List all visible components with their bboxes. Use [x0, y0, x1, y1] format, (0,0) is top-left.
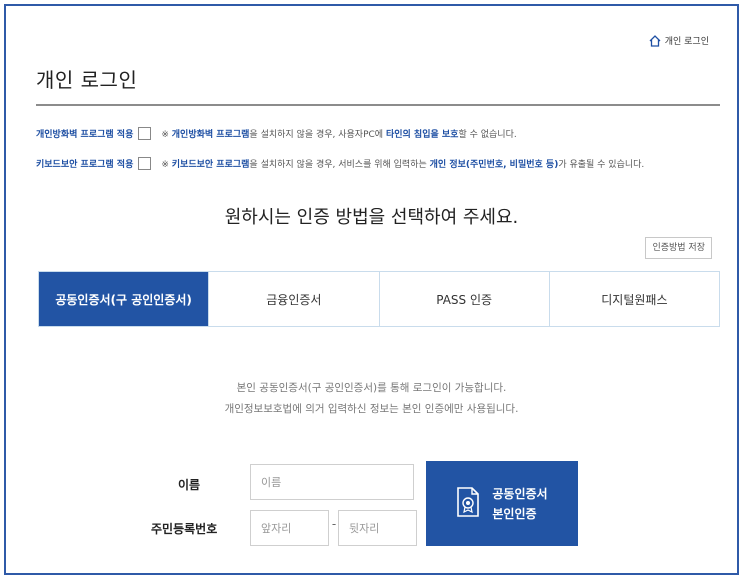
keyboard-option-label: 키보드보안 프로그램 적용	[36, 160, 134, 170]
home-breadcrumb[interactable]: 개인 로그인	[649, 34, 709, 47]
info-line-1: 본인 공동인증서(구 공인인증서)를 통해 로그인이 가능합니다.	[236, 382, 507, 394]
keyboard-note: ※ 키보드보안 프로그램을 설치하지 않을 경우, 서비스를 위해 입력하는 개…	[161, 160, 645, 170]
info-line-2: 개인정보보호법에 의거 입력하신 정보는 본인 인증에만 사용됩니다.	[224, 403, 519, 415]
page-title: 개인 로그인	[36, 68, 138, 92]
name-label: 이름	[178, 478, 201, 492]
login-panel: 개인 로그인 개인 로그인 개인방화벽 프로그램 적용 ※ 개인방화벽 프로그램…	[4, 4, 739, 575]
save-method-button[interactable]: 인증방법 저장	[645, 237, 712, 259]
method-headline: 원하시는 인증 방법을 선택하여 주세요.	[224, 207, 519, 228]
breadcrumb-label: 개인 로그인	[664, 37, 709, 47]
certificate-auth-button[interactable]: 공동인증서 본인인증	[426, 461, 578, 546]
rrn-separator: -	[331, 517, 337, 531]
cert-button-line-1: 공동인증서	[492, 486, 548, 501]
tab-pass[interactable]: PASS 인증	[378, 272, 549, 326]
cert-button-line-2: 본인인증	[492, 506, 537, 521]
name-input[interactable]	[250, 464, 414, 500]
tab-joint-certificate[interactable]: 공동인증서(구 공인인증서)	[39, 272, 209, 326]
rrn-front-input[interactable]	[250, 510, 329, 546]
rrn-back-input[interactable]	[338, 510, 417, 546]
auth-method-tabs: 공동인증서(구 공인인증서) 금융인증서 PASS 인증 디지털원패스	[38, 271, 720, 327]
home-icon	[649, 34, 661, 47]
firewall-option-label: 개인방화벽 프로그램 적용	[36, 130, 134, 140]
certificate-document-icon	[456, 486, 480, 521]
firewall-note: ※ 개인방화벽 프로그램을 설치하지 않을 경우, 사용자PC에 타인의 침입을…	[161, 130, 517, 140]
rrn-label: 주민등록번호	[151, 522, 218, 536]
firewall-option-row: 개인방화벽 프로그램 적용 ※ 개인방화벽 프로그램을 설치하지 않을 경우, …	[36, 127, 517, 140]
info-text: 본인 공동인증서(구 공인인증서)를 통해 로그인이 가능합니다. 개인정보보호…	[6, 378, 737, 420]
firewall-checkbox[interactable]	[138, 127, 152, 140]
keyboard-option-row: 키보드보안 프로그램 적용 ※ 키보드보안 프로그램을 설치하지 않을 경우, …	[36, 157, 644, 170]
title-divider	[36, 104, 720, 106]
tab-financial-certificate[interactable]: 금융인증서	[208, 272, 379, 326]
tab-digital-onepass[interactable]: 디지털원패스	[548, 272, 719, 326]
keyboard-checkbox[interactable]	[138, 157, 152, 170]
